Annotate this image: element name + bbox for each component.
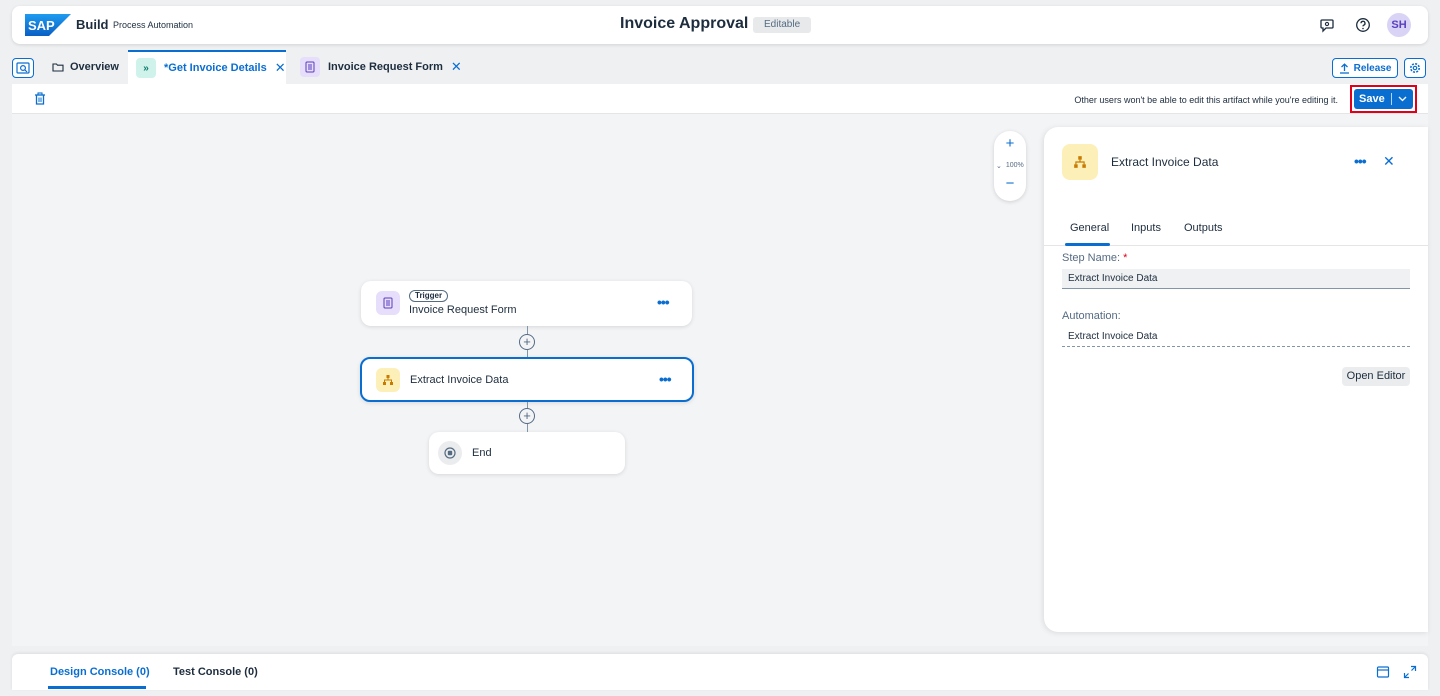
tab-get-invoice-details-label: *Get Invoice Details	[164, 62, 267, 74]
folder-icon	[52, 63, 64, 72]
upload-icon	[1339, 62, 1349, 74]
form-icon	[376, 291, 400, 315]
tab-test-console[interactable]: Test Console (0)	[173, 666, 258, 678]
connector-line	[527, 326, 528, 334]
trigger-node-title: Invoice Request Form	[409, 304, 517, 316]
tab-invoice-request-form[interactable]: Invoice Request Form ✕	[300, 50, 462, 84]
logo-text: SAP	[28, 18, 55, 33]
required-marker: *	[1123, 252, 1128, 264]
console-bar: Design Console (0) Test Console (0)	[12, 654, 1428, 690]
chevron-down-icon[interactable]	[1392, 94, 1413, 105]
step-name-label: Step Name: *	[1062, 252, 1127, 264]
more-options-icon[interactable]: •••	[659, 371, 672, 387]
tab-bar: Overview » *Get Invoice Details ✕ Invoic…	[12, 50, 1428, 84]
tab-inputs[interactable]: Inputs	[1131, 222, 1161, 234]
edit-lock-message: Other users won't be able to edit this a…	[1074, 95, 1338, 105]
add-step-icon[interactable]: +	[519, 334, 535, 350]
more-options-icon[interactable]: •••	[1354, 153, 1367, 169]
tab-overview-label: Overview	[70, 61, 119, 73]
trigger-node[interactable]: Trigger Invoice Request Form •••	[361, 281, 692, 326]
save-label: Save	[1359, 93, 1385, 105]
tab-invoice-request-form-label: Invoice Request Form	[328, 61, 443, 73]
process-canvas[interactable]: + ⌄ 100% − Trigger Invoice Request Form …	[12, 114, 1428, 646]
shell-bar: SAP Build Process Automation Invoice App…	[12, 6, 1428, 44]
stop-icon	[438, 441, 462, 465]
expand-icon[interactable]	[1403, 665, 1417, 679]
automation-flow-icon: »	[136, 58, 156, 78]
tab-design-console[interactable]: Design Console (0)	[50, 666, 150, 678]
active-tab-indicator	[48, 686, 146, 689]
more-options-icon[interactable]: •••	[657, 294, 670, 310]
step-name-label-text: Step Name:	[1062, 252, 1121, 264]
form-icon	[300, 57, 320, 77]
automation-step-title: Extract Invoice Data	[410, 374, 509, 386]
sap-logo[interactable]: SAP	[25, 14, 71, 36]
automation-label: Automation:	[1062, 310, 1121, 322]
zoom-level-value: 100%	[1005, 162, 1024, 169]
close-icon[interactable]: ✕	[1383, 153, 1395, 170]
end-node-title: End	[472, 447, 492, 459]
release-button[interactable]: Release	[1332, 58, 1398, 78]
status-badge: Editable	[753, 17, 812, 33]
help-icon[interactable]	[1355, 17, 1371, 33]
tab-general[interactable]: General	[1070, 222, 1109, 234]
release-label: Release	[1353, 62, 1392, 74]
zoom-control: + ⌄ 100% −	[994, 131, 1026, 201]
zoom-level[interactable]: ⌄ 100%	[996, 162, 1026, 170]
automation-icon	[1062, 144, 1098, 180]
search-icon	[16, 62, 30, 74]
tab-get-invoice-details[interactable]: » *Get Invoice Details ✕	[128, 50, 286, 84]
chat-feedback-icon[interactable]	[1319, 17, 1335, 33]
save-button[interactable]: Save	[1354, 89, 1413, 109]
connector-line	[527, 350, 528, 357]
gear-icon	[1410, 63, 1420, 73]
dock-panel-icon[interactable]	[1376, 665, 1390, 679]
search-artifacts-button[interactable]	[12, 58, 34, 78]
automation-icon	[376, 368, 400, 392]
zoom-in-icon[interactable]: +	[994, 135, 1026, 152]
delete-icon[interactable]	[33, 92, 47, 106]
tab-outputs[interactable]: Outputs	[1184, 222, 1223, 234]
page-title: Invoice Approval	[620, 15, 749, 32]
trigger-badge: Trigger	[409, 290, 449, 302]
tab-overview[interactable]: Overview	[52, 50, 119, 84]
end-node[interactable]: End	[429, 432, 625, 474]
panel-tab-bar: General Inputs Outputs	[1044, 210, 1428, 246]
connector-line	[527, 424, 528, 432]
panel-title: Extract Invoice Data	[1111, 155, 1219, 169]
add-step-icon[interactable]: +	[519, 408, 535, 424]
step-properties-panel: Extract Invoice Data ••• ✕ General Input…	[1044, 127, 1428, 632]
automation-step-node[interactable]: Extract Invoice Data •••	[360, 357, 694, 402]
save-highlight: Save	[1350, 85, 1417, 113]
brand-subtitle: Process Automation	[113, 20, 194, 30]
brand-name: Build	[76, 17, 109, 32]
chevron-down-icon: ⌄	[996, 163, 1002, 170]
settings-button[interactable]	[1404, 58, 1426, 78]
automation-value[interactable]: Extract Invoice Data	[1062, 327, 1410, 347]
zoom-out-icon[interactable]: −	[994, 175, 1026, 192]
user-avatar[interactable]: SH	[1387, 13, 1411, 37]
step-name-input[interactable]: Extract Invoice Data	[1062, 269, 1410, 289]
open-editor-button[interactable]: Open Editor	[1342, 367, 1410, 386]
active-tab-indicator	[1065, 243, 1110, 246]
close-tab-icon[interactable]: ✕	[275, 60, 286, 76]
editor-toolbar: Other users won't be able to edit this a…	[12, 84, 1428, 114]
close-tab-icon[interactable]: ✕	[451, 59, 462, 75]
